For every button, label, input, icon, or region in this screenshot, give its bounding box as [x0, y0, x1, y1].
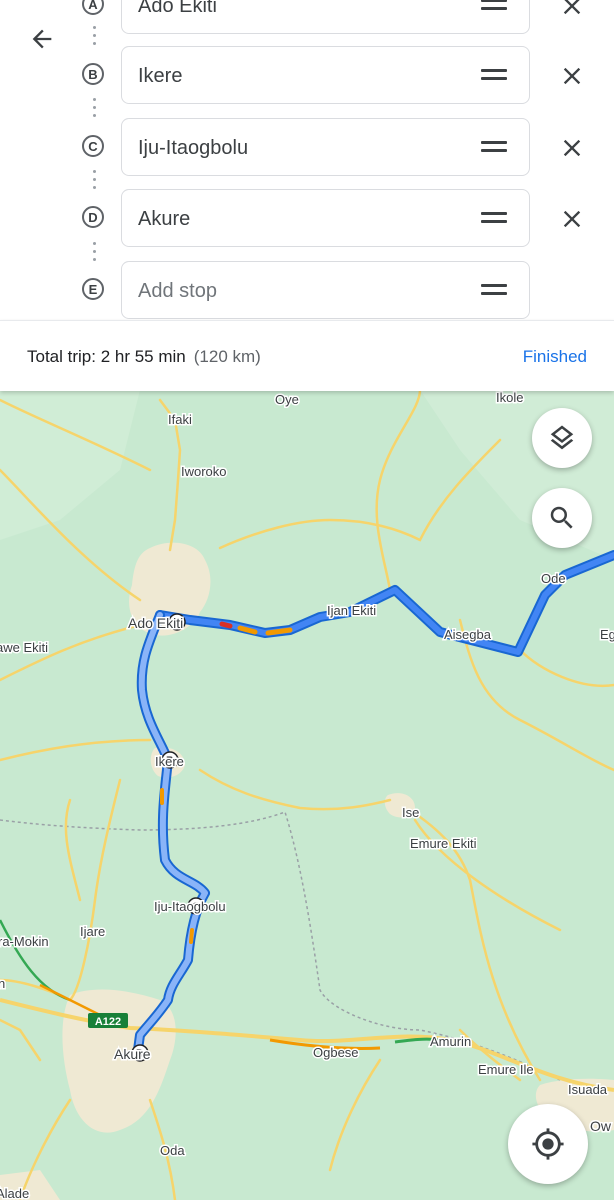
stop-letter-badge: D — [82, 206, 104, 228]
stop-b-input[interactable]: Ikere — [121, 46, 530, 104]
drag-handle-icon[interactable] — [481, 141, 507, 153]
search-icon — [550, 506, 573, 529]
map-label-ifaki: Ifaki — [168, 412, 192, 427]
stop-row-c: C Iju-Itaogbolu — [0, 118, 614, 176]
trip-summary-bar: Total trip: 2 hr 55 min (120 km) Finished — [0, 320, 614, 391]
map-label-aisegba: Aisegba — [444, 627, 492, 642]
total-trip-distance: (120 km) — [193, 347, 261, 366]
map-label-iju-itaogbolu: Iju-Itaogbolu — [154, 899, 226, 914]
stop-c-value: Iju-Itaogbolu — [138, 137, 249, 159]
add-stop-placeholder: Add stop — [138, 280, 217, 302]
map-label-ode: Ode — [541, 571, 566, 586]
map-label-n: n — [0, 976, 5, 991]
trip-summary: Total trip: 2 hr 55 min (120 km) — [27, 347, 261, 367]
stop-row-b: B Ikere — [0, 46, 614, 104]
stop-letter-badge: B — [82, 63, 104, 85]
map-label-iworoko: Iworoko — [181, 464, 227, 479]
layers-button[interactable] — [532, 408, 592, 468]
map-label-ise: Ise — [402, 805, 419, 820]
my-location-icon — [532, 1128, 564, 1160]
finished-button[interactable]: Finished — [523, 347, 587, 367]
my-location-button[interactable] — [508, 1104, 588, 1184]
map-label-oda: Oda — [160, 1143, 185, 1158]
stop-d-value: Akure — [138, 208, 191, 230]
map-label-amurin: Amurin — [430, 1034, 471, 1049]
map-label-ikole: Ikole — [496, 390, 523, 405]
map-canvas[interactable]: A B C D A122 Oye Ikole Ifaki Iworoko Ado… — [0, 390, 614, 1200]
map-label-isuada: Isuada — [568, 1082, 608, 1097]
stop-letter-badge: C — [82, 135, 104, 157]
stop-row-d: D Akure — [0, 189, 614, 247]
drag-handle-icon[interactable] — [481, 0, 507, 11]
directions-stops-panel: A Ado Ekiti B Ikere C Iju-Itaogbolu D Ak… — [0, 0, 614, 320]
drag-handle-icon[interactable] — [481, 69, 507, 81]
stop-letter-badge: E — [82, 278, 104, 300]
stop-letter-badge: A — [82, 0, 104, 15]
stop-a-value: Ado Ekiti — [138, 0, 217, 17]
remove-stop-a-icon[interactable] — [558, 0, 586, 20]
stop-d-input[interactable]: Akure — [121, 189, 530, 247]
stop-c-input[interactable]: Iju-Itaogbolu — [121, 118, 530, 176]
map-label-emure-ekiti: Emure Ekiti — [410, 836, 477, 851]
stop-row-e: E Add stop — [0, 261, 614, 319]
remove-stop-c-icon[interactable] — [558, 134, 586, 162]
stop-b-value: Ikere — [138, 65, 183, 87]
remove-stop-b-icon[interactable] — [558, 62, 586, 90]
map-label-oye: Oye — [275, 392, 299, 407]
map-label-akure: Akure — [114, 1046, 151, 1062]
map-label-ow: Ow — [590, 1118, 612, 1134]
map-label-ikere: Ikere — [155, 754, 184, 769]
map-search-button[interactable] — [532, 488, 592, 548]
stop-a-input[interactable]: Ado Ekiti — [121, 0, 530, 34]
map-label-ijare: Ijare — [80, 924, 105, 939]
total-trip-time: Total trip: 2 hr 55 min — [27, 347, 186, 366]
map-label-ado-ekiti: Ado Ekiti — [128, 615, 183, 631]
map-label-eg: Eg — [600, 627, 614, 642]
road-shield-a122-label: A122 — [95, 1016, 121, 1028]
map-label-ijan-ekiti: Ijan Ekiti — [327, 603, 376, 618]
map-label-alade: Alade — [0, 1186, 29, 1200]
remove-stop-d-icon[interactable] — [558, 205, 586, 233]
add-stop-input[interactable]: Add stop — [121, 261, 530, 319]
drag-handle-icon[interactable] — [481, 212, 507, 224]
map-label-ra-mokin: ra-Mokin — [0, 934, 49, 949]
layers-icon — [550, 425, 574, 450]
map-label-ogbese: Ogbese — [313, 1045, 359, 1060]
map-label-emure-ile: Emure Ile — [478, 1062, 534, 1077]
map-label-awe-ekiti: awe Ekiti — [0, 640, 48, 655]
drag-handle-icon[interactable] — [481, 284, 507, 296]
